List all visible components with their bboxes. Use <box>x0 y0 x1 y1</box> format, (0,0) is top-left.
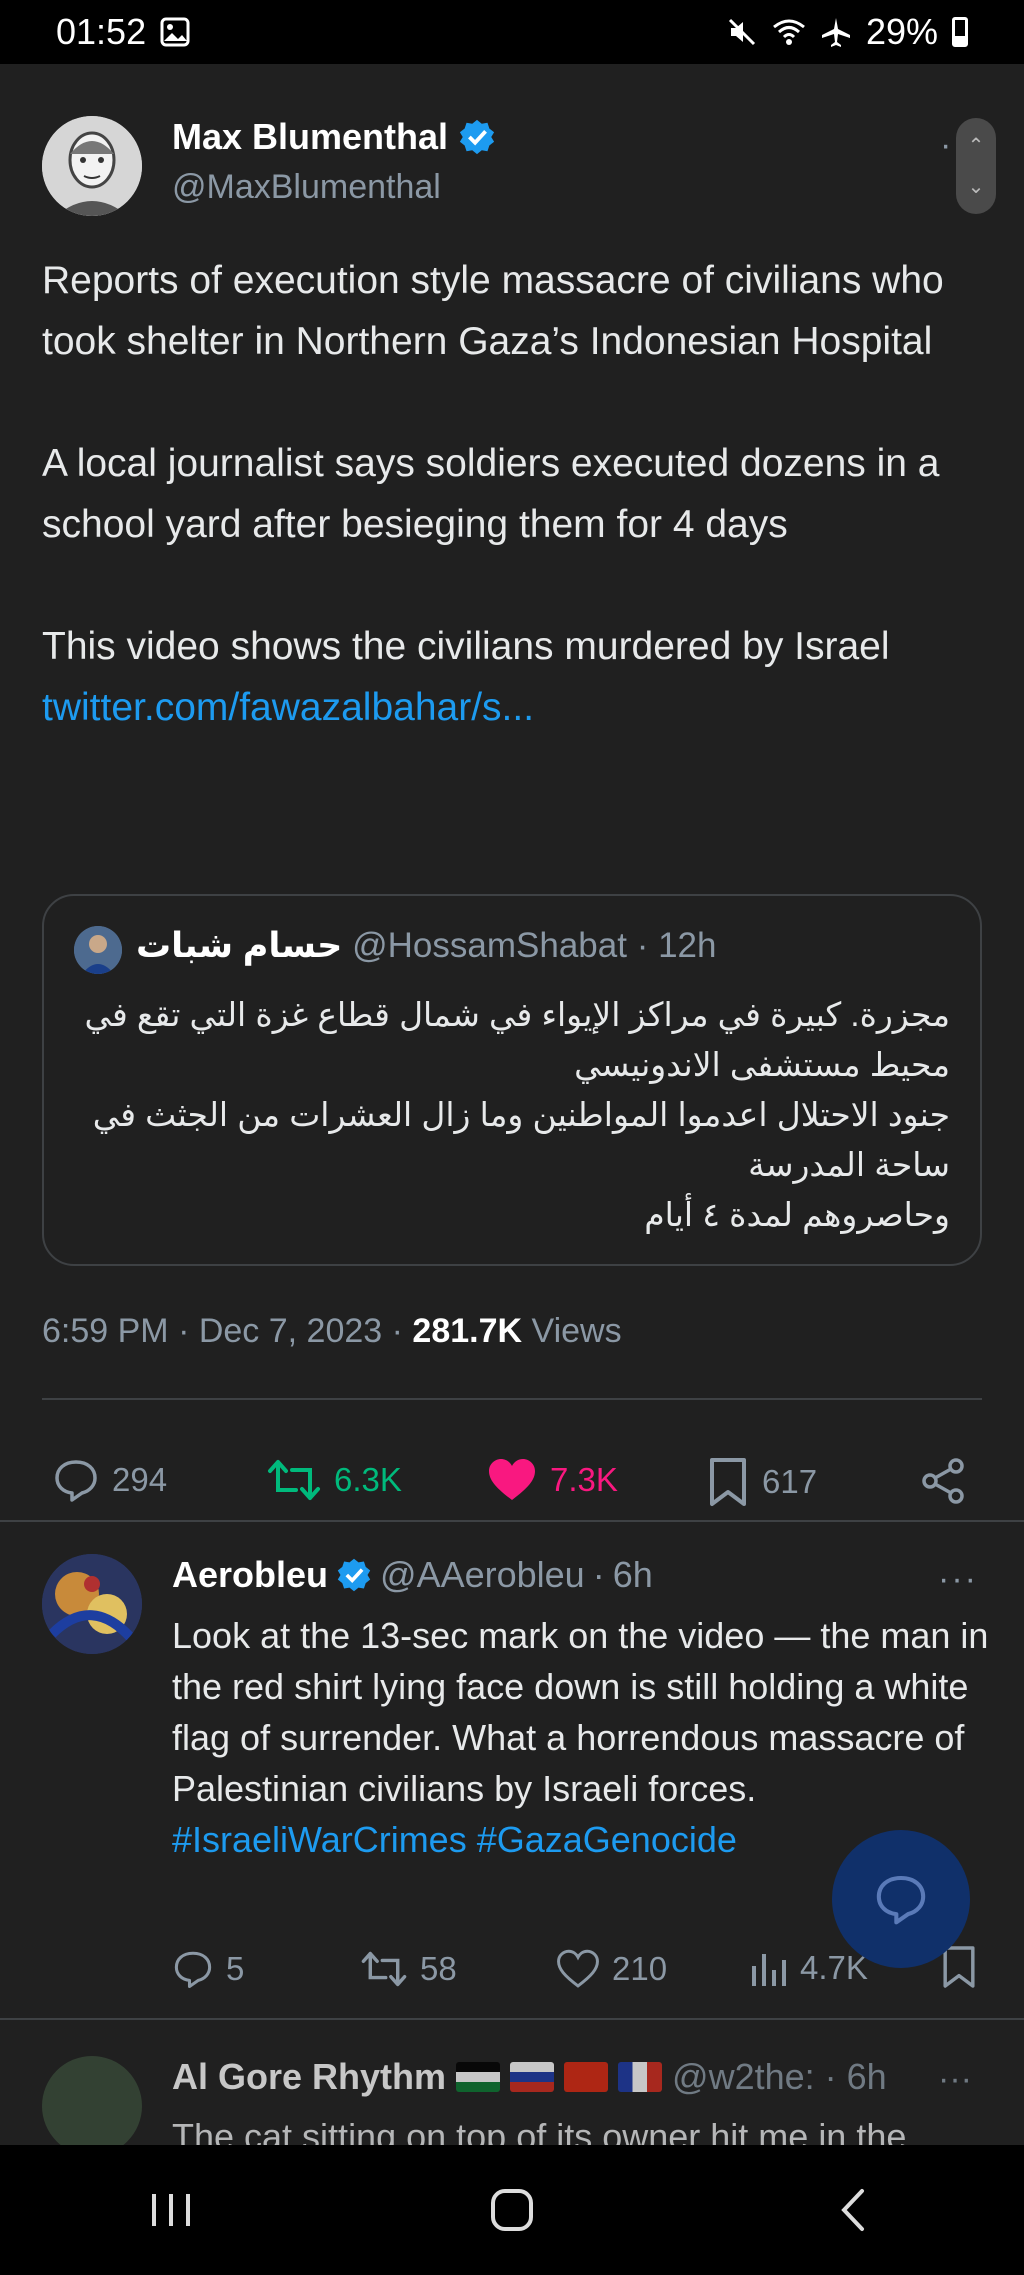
reply-text: Look at the 13-sec mark on the video — t… <box>172 1615 989 1809</box>
bookmark-count: 617 <box>762 1463 818 1500</box>
like-button[interactable]: 210 <box>556 1948 667 1990</box>
quoted-handle: @HossamShabat <box>352 926 627 965</box>
status-bar: 01:52 29% <box>0 0 1024 64</box>
reply-author-handle[interactable]: @AAerobleu <box>380 1554 585 1596</box>
more-options-icon[interactable]: ··· <box>938 2060 972 2099</box>
home-button[interactable] <box>452 2170 572 2250</box>
quoted-line: وحاصروهم لمدة ٤ أيام <box>644 1196 950 1233</box>
tweet-body: Reports of execution style massacre of c… <box>42 250 982 738</box>
author-avatar[interactable] <box>42 116 142 216</box>
tweet-timestamp: 6:59 PM · Dec 7, 2023 · <box>42 1312 413 1350</box>
reply-tweet[interactable]: Al Gore Rhythm @w2the: · 6h ··· The cat … <box>0 2020 1024 2145</box>
bookmark-icon <box>710 1458 746 1506</box>
back-button[interactable] <box>793 2170 913 2250</box>
quoted-tweet[interactable]: حسام شبات @HossamShabat · 12h مجزرة. كبي… <box>42 894 982 1266</box>
compose-reply-button[interactable] <box>832 1830 970 1968</box>
flag-icon <box>510 2062 555 2092</box>
retweet-button[interactable]: 58 <box>360 1948 457 1990</box>
retweet-count: 6.3K <box>334 1461 402 1498</box>
recent-apps-icon <box>151 2194 190 2226</box>
quoted-time: 12h <box>658 926 717 965</box>
airplane-icon <box>820 16 852 48</box>
reply-header: Aerobleu @AAerobleu · 6h <box>172 1554 653 1596</box>
tweet-paragraph: Reports of execution style massacre of c… <box>42 259 944 363</box>
reply-time: 6h <box>846 2056 887 2097</box>
tweet-link[interactable]: twitter.com/fawazalbahar/s... <box>42 677 982 738</box>
tweet-paragraph: This video shows the civilians murdered … <box>42 625 890 668</box>
battery-percent: 29% <box>865 11 938 52</box>
views-count: 4.7K <box>800 1949 868 1986</box>
more-options-icon[interactable]: ··· <box>938 1560 978 1599</box>
heart-icon <box>557 1949 599 1988</box>
hashtag[interactable]: #GazaGenocide <box>477 1819 737 1860</box>
back-icon <box>841 2189 865 2231</box>
quoted-line: مجزرة. كبيرة في مراكز الإيواء في شمال قط… <box>84 996 950 1083</box>
retweet-count: 58 <box>420 1950 457 1987</box>
chevron-up-icon: ⌃ <box>967 135 985 158</box>
reply-author-handle[interactable]: @w2the: <box>672 2056 815 2098</box>
reply-avatar[interactable] <box>42 2056 142 2145</box>
quoted-avatar <box>74 926 122 974</box>
gallery-icon <box>160 17 190 47</box>
reply-author-name[interactable]: Aerobleu <box>172 1554 328 1596</box>
author-name[interactable]: Max Blumenthal <box>172 116 496 158</box>
mute-icon <box>726 16 758 48</box>
heart-icon <box>489 1459 535 1500</box>
quoted-header: حسام شبات @HossamShabat · 12h <box>136 926 717 965</box>
reply-count: 294 <box>112 1461 168 1498</box>
verified-badge-icon <box>337 1558 371 1592</box>
like-count: 210 <box>612 1950 668 1987</box>
divider <box>42 1398 982 1400</box>
retweet-icon <box>268 1460 320 1500</box>
reply-button[interactable]: 294 <box>52 1456 167 1504</box>
reply-icon <box>174 1951 212 1989</box>
battery-icon <box>952 17 968 47</box>
author-handle[interactable]: @MaxBlumenthal <box>172 168 441 207</box>
quoted-body: مجزرة. كبيرة في مراكز الإيواء في شمال قط… <box>74 990 950 1240</box>
hashtag[interactable]: #IsraeliWarCrimes <box>172 1819 467 1860</box>
tweet-meta: 6:59 PM · Dec 7, 2023 · 281.7K Views <box>42 1312 622 1351</box>
reply-author-name[interactable]: Al Gore Rhythm <box>172 2056 446 2098</box>
views-label: Views <box>531 1312 622 1350</box>
views-button[interactable]: 4.7K <box>748 1948 868 1988</box>
flag-icon <box>564 2062 609 2092</box>
wifi-icon <box>772 17 806 47</box>
author-name-text: Max Blumenthal <box>172 116 449 157</box>
share-button[interactable] <box>918 1456 968 1506</box>
status-time: 01:52 <box>56 11 147 52</box>
reply-button[interactable]: 5 <box>172 1948 244 1990</box>
reply-count: 5 <box>226 1950 245 1987</box>
like-count: 7.3K <box>550 1461 618 1498</box>
recent-apps-button[interactable] <box>111 2170 231 2250</box>
system-nav-bar <box>0 2145 1024 2275</box>
analytics-icon <box>752 1954 786 1986</box>
retweet-button[interactable]: 6.3K <box>266 1456 402 1504</box>
quoted-line: جنود الاحتلال اعدموا المواطنين وما زال ا… <box>92 1096 950 1183</box>
tweet-paragraph: A local journalist says soldiers execute… <box>42 442 940 546</box>
flag-icon <box>456 2062 501 2092</box>
divider <box>0 1520 1024 1522</box>
verified-badge-icon <box>459 119 495 155</box>
reply-body: Look at the 13-sec mark on the video — t… <box>172 1610 992 1865</box>
share-icon <box>922 1458 964 1504</box>
views-count: 281.7K <box>412 1312 523 1350</box>
reply-header: Al Gore Rhythm @w2the: · 6h <box>172 2056 887 2098</box>
flag-icon <box>618 2062 663 2092</box>
reply-icon <box>55 1460 97 1502</box>
reply-time: 6h <box>612 1554 653 1595</box>
quoted-name: حسام شبات <box>136 926 343 965</box>
reply-avatar[interactable] <box>42 1554 142 1654</box>
chevron-down-icon: ⌄ <box>967 175 985 198</box>
scroll-handle[interactable]: ⌃ ⌄ <box>956 118 996 214</box>
like-button[interactable]: 7.3K <box>486 1456 618 1504</box>
retweet-icon <box>361 1951 407 1987</box>
reply-text: The cat sitting on top of its owner hit … <box>172 2116 907 2145</box>
home-icon <box>490 2189 533 2231</box>
reply-icon <box>876 1875 926 1925</box>
bookmark-button[interactable]: 617 <box>706 1456 817 1508</box>
